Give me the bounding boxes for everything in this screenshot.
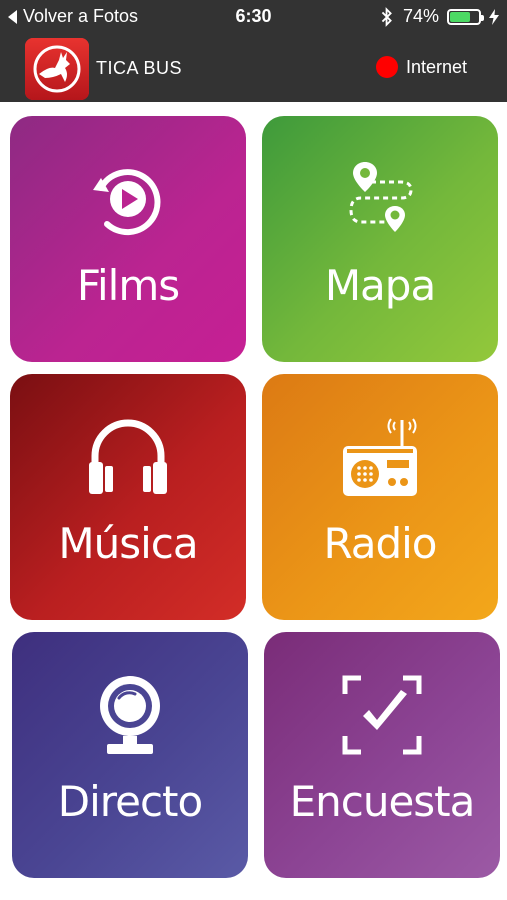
radio-label: Radio — [323, 519, 437, 568]
battery-icon — [447, 8, 484, 25]
battery-fill — [450, 11, 471, 22]
encuesta-label: Encuesta — [289, 777, 476, 826]
checkmark-frame-icon — [264, 670, 500, 758]
status-indicators: 74% — [379, 6, 499, 27]
connection-status-dot — [375, 56, 398, 78]
app-header: TICA BUS Internet — [0, 36, 507, 102]
musica-tile[interactable]: Música — [10, 374, 246, 620]
app-title: TICA BUS — [96, 58, 183, 78]
films-tile[interactable]: Films — [10, 116, 246, 362]
connection-status: Internet — [375, 56, 467, 78]
encuesta-tile[interactable]: Encuesta — [264, 632, 500, 878]
webcam-icon — [12, 670, 248, 758]
mapa-tile[interactable]: Mapa — [262, 116, 498, 362]
replay-play-icon — [10, 154, 246, 242]
radio-icon — [262, 412, 498, 500]
bluetooth-icon — [381, 6, 392, 27]
mapa-label: Mapa — [324, 261, 436, 310]
status-bar: Volver a Fotos 6:30 74% — [0, 0, 507, 36]
map-route-icon — [262, 154, 498, 242]
directo-tile[interactable]: Directo — [12, 632, 248, 878]
musica-label: Música — [58, 519, 198, 568]
tica-bus-logo — [25, 38, 89, 100]
films-label: Films — [76, 261, 180, 310]
charging-bolt-icon — [489, 8, 499, 25]
battery-percent: 74% — [402, 6, 439, 26]
radio-tile[interactable]: Radio — [262, 374, 498, 620]
directo-label: Directo — [57, 777, 203, 826]
headphones-icon — [10, 412, 246, 500]
connection-label: Internet — [405, 56, 467, 77]
